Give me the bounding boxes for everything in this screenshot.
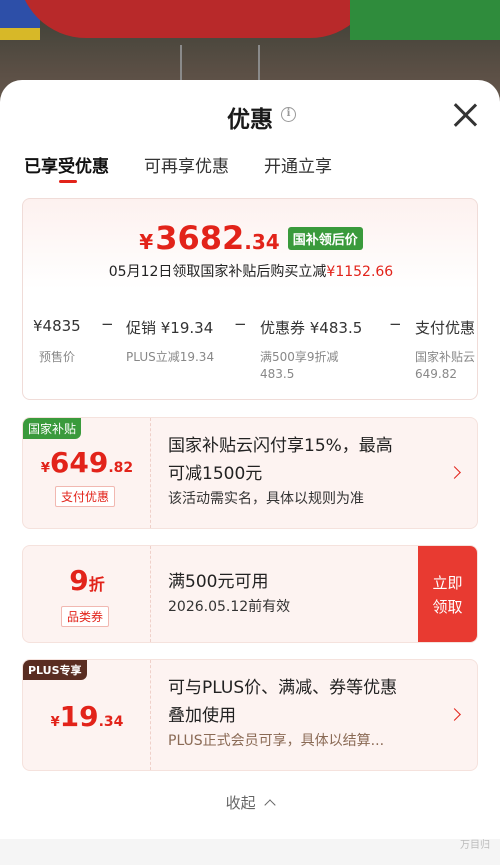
calc-coupon-sub: 满500享9折减 483.5 <box>260 349 339 383</box>
calc-promotion-sub: PLUS立减19.34 <box>126 350 215 364</box>
price-summary-card: ¥ 3682 .34 国补领后价 05月12日领取国家补贴后购买立减¥1152.… <box>22 198 478 400</box>
background-shape <box>0 28 40 40</box>
subsidy-badge: 国补领后价 <box>287 226 363 250</box>
calc-coupon: 优惠券 ¥483.5 <box>260 319 363 337</box>
offer-amount: ¥649.82 <box>23 446 151 479</box>
offer-card-subsidy[interactable]: 国家补贴 ¥649.82 支付优惠 国家补贴云闪付享15%，最高 可减1500元… <box>22 417 478 529</box>
offer-amount: 9折 <box>23 564 151 597</box>
currency-symbol: ¥ <box>139 230 154 254</box>
currency-symbol: ¥ <box>40 461 50 476</box>
saving-line: 05月12日领取国家补贴后购买立减¥1152.66 <box>23 261 477 281</box>
chevron-right-icon[interactable] <box>448 466 461 479</box>
calc-promotion: 促销 ¥19.34 <box>126 319 214 337</box>
discount-sheet: 优惠 i 已享受优惠 可再享优惠 开通立享 ¥ 3682 .34 国补领后价 0… <box>0 80 500 865</box>
saving-text: 05月12日领取国家补贴后购买立减 <box>108 264 327 280</box>
offer-tag: 国家补贴 <box>23 418 82 439</box>
offer-amount-panel: PLUS专享 ¥19.34 <box>23 660 151 770</box>
price-decimal: .34 <box>244 230 280 254</box>
offer-tag: PLUS专享 <box>23 660 87 680</box>
minus-sign: − <box>389 315 402 333</box>
offer-line1: 国家补贴云闪付享15%，最高 <box>168 436 393 456</box>
tab-enjoyed[interactable]: 已享受优惠 <box>24 152 109 177</box>
calc-payment: 支付优惠 <box>415 319 476 337</box>
minus-sign: − <box>101 315 114 333</box>
offer-amount-panel: 9折 品类券 <box>23 546 151 642</box>
background-shape <box>350 0 500 40</box>
chevron-up-icon <box>264 799 277 811</box>
tab-bar: 已享受优惠 可再享优惠 开通立享 <box>24 152 332 177</box>
offer-amount-decimal: .34 <box>98 714 124 730</box>
offer-type-pill: 支付优惠 <box>55 486 116 507</box>
collapse-label: 收起 <box>225 794 256 812</box>
offer-note: PLUS正式会员可享，具体以结算... <box>168 733 385 749</box>
final-price: ¥ 3682 .34 国补领后价 <box>23 219 477 257</box>
calc-coupon-sub-line1: 满500享9折减 <box>260 350 339 364</box>
watermark: 万目归 <box>460 840 490 851</box>
offer-line2: 可减1500元 <box>168 464 263 484</box>
offer-discount-unit: 折 <box>88 575 105 594</box>
tab-active-indicator <box>59 180 77 183</box>
offer-card-coupon: 9折 品类券 满500元可用 2026.05.12前有效 立即 领取 <box>22 545 478 643</box>
close-icon[interactable] <box>452 102 478 128</box>
saving-amount: ¥1152.66 <box>326 264 394 280</box>
minus-sign: − <box>234 315 247 333</box>
collapse-button[interactable]: 收起 <box>0 792 500 813</box>
offer-description: 满500元可用 2026.05.12前有效 <box>168 568 290 618</box>
calc-payment-sub: 国家补贴云 649.82 <box>415 349 475 383</box>
claim-coupon-button[interactable]: 立即 领取 <box>418 546 477 642</box>
sheet-title: 优惠 <box>227 107 273 133</box>
calc-presale-price: ¥4835 <box>33 317 81 335</box>
footer-band <box>0 839 500 865</box>
offer-description: 国家补贴云闪付享15%，最高 可减1500元 该活动需实名，具体以规则为准 <box>168 432 393 510</box>
tab-more-offers[interactable]: 可再享优惠 <box>144 152 229 177</box>
claim-button-line2: 领取 <box>432 598 463 616</box>
info-icon[interactable]: i <box>281 107 296 122</box>
claim-button-line1: 立即 <box>432 574 463 592</box>
offer-card-plus[interactable]: PLUS专享 ¥19.34 可与PLUS价、满减、券等优惠 叠加使用 PLUS正… <box>22 659 478 771</box>
calc-payment-sub-line2: 649.82 <box>415 367 457 381</box>
calc-payment-sub-line1: 国家补贴云 <box>415 350 476 364</box>
calc-coupon-sub-line2: 483.5 <box>260 367 295 381</box>
offer-line2: 叠加使用 <box>168 706 236 726</box>
offer-note: 该活动需实名，具体以规则为准 <box>168 491 364 507</box>
tab-activate[interactable]: 开通立享 <box>264 152 332 177</box>
price-integer: 3682 <box>155 219 245 257</box>
offer-discount-number: 9 <box>69 564 89 597</box>
offer-line1: 满500元可用 <box>168 572 269 592</box>
offer-note: 2026.05.12前有效 <box>168 599 291 615</box>
offer-amount: ¥19.34 <box>23 700 151 733</box>
offer-amount-decimal: .82 <box>108 460 134 476</box>
offer-amount-panel: 国家补贴 ¥649.82 支付优惠 <box>23 418 151 528</box>
calc-presale-sub: 预售价 <box>39 350 76 364</box>
offer-description: 可与PLUS价、满减、券等优惠 叠加使用 PLUS正式会员可享，具体以结算... <box>168 674 397 752</box>
chevron-right-icon[interactable] <box>448 708 461 721</box>
offer-amount-integer: 649 <box>49 446 109 479</box>
background-shape <box>18 0 378 38</box>
currency-symbol: ¥ <box>50 715 60 730</box>
offer-type-pill: 品类券 <box>61 606 110 627</box>
offer-line1: 可与PLUS价、满减、券等优惠 <box>168 678 398 698</box>
background-shape <box>180 45 260 85</box>
offer-amount-integer: 19 <box>59 700 99 733</box>
